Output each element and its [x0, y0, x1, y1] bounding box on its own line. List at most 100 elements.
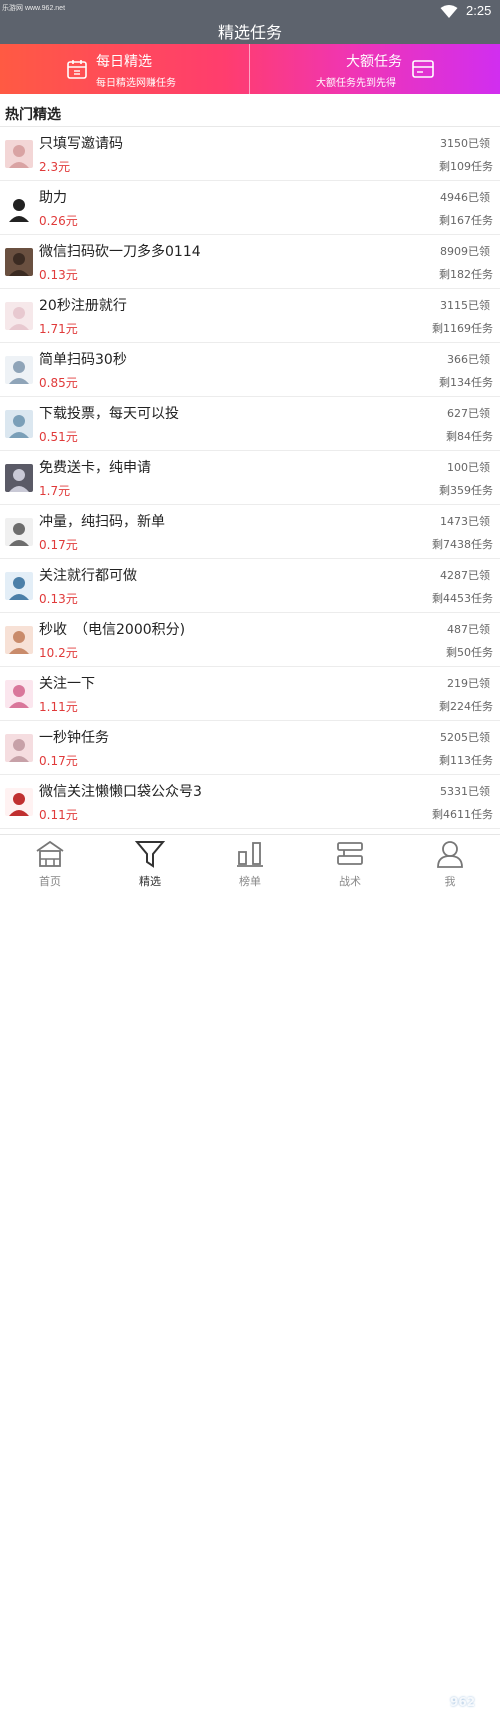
- tab-picks[interactable]: 精选: [100, 835, 200, 889]
- task-price: 1.71元: [39, 322, 78, 336]
- task-row[interactable]: 微信关注懒懒口袋公众号3 0.11元 5331已领 剩4611任务: [0, 775, 500, 829]
- task-list: 只填写邀请码 2.3元 3150已领 剩109任务 助力 0.26元 4946已领 剩167任…: [0, 127, 500, 829]
- watermark: 962: [450, 1695, 476, 1709]
- tab-me-label: 我: [444, 875, 456, 888]
- task-name: 下载投票，每天可以投: [39, 406, 179, 422]
- task-price: 0.17元: [39, 538, 78, 552]
- avatar: [5, 734, 33, 762]
- avatar: [5, 302, 33, 330]
- task-remaining-count: 剩182任务: [439, 268, 493, 281]
- tab-home[interactable]: 首页: [0, 835, 100, 889]
- task-remaining-count: 剩4611任务: [432, 808, 493, 821]
- task-name: 20秒注册就行: [39, 298, 127, 314]
- task-name: 冲量，纯扫码，新单: [39, 514, 165, 530]
- task-remaining-count: 剩50任务: [446, 646, 493, 659]
- task-name: 微信关注懒懒口袋公众号3: [39, 784, 202, 800]
- task-row[interactable]: 冲量，纯扫码，新单 0.17元 1473已领 剩7438任务: [0, 505, 500, 559]
- strategy-icon: [334, 839, 366, 869]
- chart-icon: [234, 839, 266, 869]
- task-price: 0.13元: [39, 268, 78, 282]
- big-tasks-title: 大额任务: [346, 54, 402, 70]
- section-title: 热门精选: [5, 107, 61, 123]
- task-row[interactable]: 微信扫码砍一刀多多0114 0.13元 8909已领 剩182任务: [0, 235, 500, 289]
- task-name: 关注一下: [39, 676, 95, 692]
- filter-icon: [134, 839, 166, 869]
- avatar: [5, 194, 33, 222]
- bottom-tab-bar: 首页 精选 榜单 战术 我 962: [0, 834, 500, 1709]
- task-price: 1.7元: [39, 484, 71, 498]
- task-remaining-count: 剩109任务: [439, 160, 493, 173]
- task-price: 0.17元: [39, 754, 78, 768]
- avatar: [5, 518, 33, 546]
- avatar: [5, 410, 33, 438]
- task-claimed-count: 3115已领: [440, 299, 490, 312]
- task-row[interactable]: 免费送卡，纯申请 1.7元 100已领剩359任务: [0, 451, 500, 505]
- tab-strategy[interactable]: 战术: [300, 835, 400, 889]
- task-remaining-count: 剩113任务: [439, 754, 493, 767]
- task-name: 一秒钟任务: [39, 730, 109, 746]
- task-claimed-count: 4287已领: [440, 569, 490, 582]
- task-claimed-count: 1473已领: [440, 515, 490, 528]
- task-name: 助力: [39, 190, 67, 206]
- task-row[interactable]: 助力 0.26元 4946已领 剩167任务: [0, 181, 500, 235]
- avatar: [5, 140, 33, 168]
- task-remaining-count: 剩1169任务: [432, 322, 493, 335]
- task-remaining-count: 剩84任务: [446, 430, 493, 443]
- task-price: 0.51元: [39, 430, 78, 444]
- task-remaining-count: 剩359任务: [439, 484, 493, 497]
- task-row[interactable]: 简单扫码30秒 0.85元 366已领剩134任务: [0, 343, 500, 397]
- card-icon: [412, 59, 434, 83]
- task-name: 秒收 （电信2000积分): [39, 622, 186, 638]
- title-bar: 精选任务: [0, 23, 500, 44]
- task-name: 简单扫码30秒: [39, 352, 127, 368]
- user-icon: [434, 839, 466, 869]
- home-icon: [34, 839, 66, 869]
- task-price: 0.85元: [39, 376, 78, 390]
- banner: 每日精选 每日精选网赚任务 大额任务 大额任务先到先得: [0, 44, 500, 94]
- page-title: 精选任务: [217, 23, 282, 42]
- avatar: [5, 248, 33, 276]
- task-row[interactable]: 关注一下 1.11元 219已领剩224任务: [0, 667, 500, 721]
- avatar: [5, 356, 33, 384]
- daily-picks-button[interactable]: 每日精选 每日精选网赚任务: [0, 44, 249, 94]
- task-remaining-count: 剩7438任务: [432, 538, 493, 551]
- task-price: 1.11元: [39, 700, 78, 714]
- task-claimed-count: 4946已领: [440, 191, 490, 204]
- tab-picks-label: 精选: [139, 875, 161, 888]
- task-price: 0.13元: [39, 592, 78, 606]
- task-name: 免费送卡，纯申请: [39, 460, 151, 476]
- task-price: 2.3元: [39, 160, 71, 174]
- task-row[interactable]: 只填写邀请码 2.3元 3150已领 剩109任务: [0, 127, 500, 181]
- task-price: 10.2元: [39, 646, 78, 660]
- big-tasks-subtitle: 大额任务先到先得: [316, 78, 396, 89]
- calendar-icon: [66, 58, 88, 84]
- source-label: 乐游网 www.962.net: [2, 5, 66, 12]
- task-price: 0.11元: [39, 808, 78, 822]
- task-price: 0.26元: [39, 214, 78, 228]
- daily-picks-subtitle: 每日精选网赚任务: [96, 78, 176, 89]
- task-row[interactable]: 一秒钟任务 0.17元 5205已领 剩113任务: [0, 721, 500, 775]
- avatar: [5, 626, 33, 654]
- task-row[interactable]: 秒收 （电信2000积分) 10.2元 487已领 剩50任务: [0, 613, 500, 667]
- task-claimed-count: 5331已领: [440, 785, 490, 798]
- task-row[interactable]: 关注就行都可做 0.13元 4287已领 剩4453任务: [0, 559, 500, 613]
- task-claimed-count: 627已领: [447, 407, 490, 420]
- task-row[interactable]: 下载投票，每天可以投 0.51元 627已领剩84任务: [0, 397, 500, 451]
- clock: 2:25: [466, 3, 492, 18]
- big-tasks-button[interactable]: 大额任务 大额任务先到先得: [250, 44, 500, 94]
- avatar: [5, 680, 33, 708]
- task-claimed-count: 219已领: [447, 677, 490, 690]
- tab-strategy-label: 战术: [339, 875, 361, 888]
- task-claimed-count: 5205已领: [440, 731, 490, 744]
- tab-me[interactable]: 我: [400, 835, 500, 889]
- task-row[interactable]: 20秒注册就行 1.71元 3115已领 剩1169任务: [0, 289, 500, 343]
- task-remaining-count: 剩224任务: [439, 700, 493, 713]
- task-remaining-count: 剩134任务: [439, 376, 493, 389]
- task-claimed-count: 366已领: [447, 353, 490, 366]
- daily-picks-title: 每日精选: [96, 54, 152, 70]
- avatar: [5, 572, 33, 600]
- avatar: [5, 788, 33, 816]
- task-claimed-count: 3150已领: [440, 137, 490, 150]
- tab-ranking[interactable]: 榜单: [200, 835, 300, 889]
- task-claimed-count: 100已领: [447, 461, 490, 474]
